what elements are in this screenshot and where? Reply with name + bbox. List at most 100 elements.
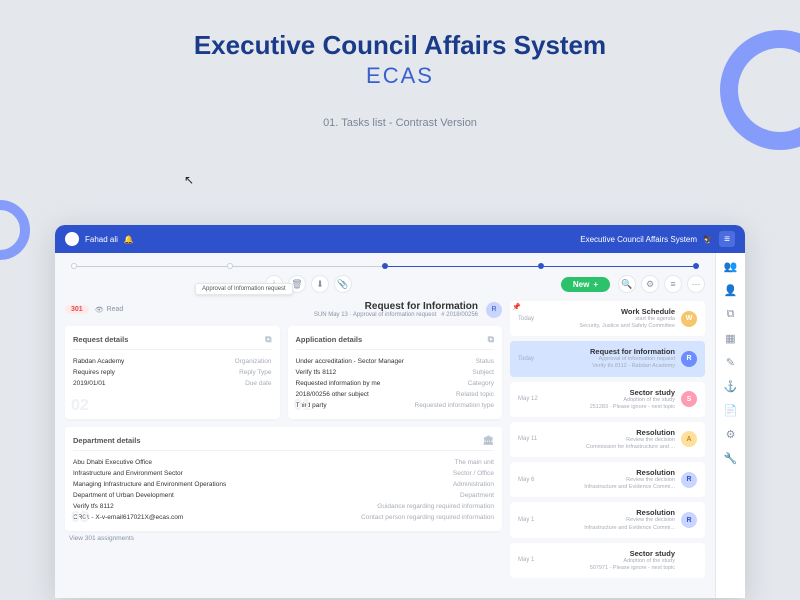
schedule-item[interactable]: May 1 Sector studyAdoption of the study50… bbox=[510, 543, 705, 578]
row-value: Due date bbox=[245, 380, 271, 387]
detail-row: CR01 - X-v-email617021X@ecas.comContact … bbox=[73, 512, 494, 523]
request-title: Request for Information bbox=[314, 301, 478, 312]
copy-icon[interactable]: ⧉ bbox=[265, 334, 271, 345]
new-button-label: New bbox=[573, 280, 589, 289]
card-title: Application details bbox=[296, 335, 363, 344]
schedule-date: May 1 bbox=[518, 557, 544, 563]
view-all-link[interactable]: View 301 assignments bbox=[65, 535, 502, 542]
hero-caption: 01. Tasks list - Contrast Version bbox=[0, 117, 800, 129]
row-label: Verify tfs 8112 bbox=[296, 369, 337, 376]
schedule-item[interactable]: May 6 ResolutionReview the decisionInfras… bbox=[510, 462, 705, 497]
schedule-panel: 📌TodayWork Schedulestart the agendaSecur… bbox=[510, 301, 705, 583]
copy-icon[interactable]: ⧉ bbox=[488, 334, 494, 345]
sidebar-settings-icon[interactable]: ⚙ bbox=[724, 427, 738, 441]
sidebar-edit-icon[interactable]: ✎ bbox=[724, 355, 738, 369]
schedule-subtitle: start the agenda bbox=[550, 316, 675, 323]
row-label: CR01 - X-v-email617021X@ecas.com bbox=[73, 514, 183, 521]
schedule-subtitle: Adoption of the study bbox=[550, 397, 675, 404]
schedule-subtitle: Review the decision bbox=[550, 477, 675, 484]
schedule-item[interactable]: May 1ResolutionReview the decisionInfras… bbox=[510, 502, 705, 537]
row-value: Related topic bbox=[456, 391, 494, 398]
right-sidebar: 👥 👤 ⧉ ▦ ✎ ⚓ 📄 ⚙ 🔧 bbox=[715, 253, 745, 598]
detail-row: 2018/00256 other subjectRelated topic bbox=[296, 389, 495, 400]
schedule-badge: R bbox=[681, 472, 697, 488]
row-value: Guidance regarding required information bbox=[377, 503, 494, 510]
detail-row: Abu Dhabi Executive Office The main unit bbox=[73, 457, 494, 468]
download-button[interactable]: ⬇ bbox=[311, 275, 329, 293]
schedule-detail: Verify tfs 8112 - Rabdan Academy bbox=[550, 363, 675, 370]
row-label: Managing Infrastructure and Environment … bbox=[73, 481, 226, 488]
schedule-item[interactable]: May 12Sector studyAdoption of the study2… bbox=[510, 382, 705, 417]
schedule-title: Sector study bbox=[550, 549, 675, 558]
count-badge: 301 bbox=[65, 305, 89, 314]
schedule-item[interactable]: 📌TodayWork Schedulestart the agendaSecur… bbox=[510, 301, 705, 336]
attach-button[interactable]: 📎 bbox=[334, 275, 352, 293]
more-button[interactable]: ⋯ bbox=[687, 275, 705, 293]
workflow-progress bbox=[65, 263, 705, 269]
hero-section: Executive Council Affairs System ECAS 01… bbox=[0, 0, 800, 129]
cursor-icon: ↖ bbox=[184, 173, 194, 187]
sidebar-users-icon[interactable]: 👥 bbox=[724, 259, 738, 273]
schedule-item[interactable]: TodayRequest for InformationApproval of … bbox=[510, 341, 705, 376]
menu-button[interactable]: ≡ bbox=[719, 231, 735, 247]
row-label: Department of Urban Development bbox=[73, 492, 174, 499]
device-frame: Fahad ali 🔔 Executive Council Affairs Sy… bbox=[55, 225, 745, 598]
app-logo-icon: 🦅 bbox=[703, 235, 713, 244]
row-value: Category bbox=[468, 380, 494, 387]
detail-row: Under accreditation - Sector ManagerStat… bbox=[296, 356, 495, 367]
detail-row: Third partyRequested information type bbox=[296, 400, 495, 411]
request-meta: SUN May 13 · Approval of information req… bbox=[314, 312, 478, 318]
card-number: 02 bbox=[71, 397, 89, 415]
schedule-date: May 11 bbox=[518, 436, 544, 442]
sidebar-copy-icon[interactable]: ⧉ bbox=[724, 307, 738, 321]
schedule-title: Work Schedule bbox=[550, 307, 675, 316]
row-value: Subject bbox=[472, 369, 494, 376]
detail-row: Verify tfs 8112 Subject bbox=[296, 367, 495, 378]
sidebar-grid-icon[interactable]: ▦ bbox=[724, 331, 738, 345]
user-name[interactable]: Fahad ali bbox=[85, 235, 118, 244]
schedule-subtitle: Review the decision bbox=[550, 437, 675, 444]
schedule-title: Sector study bbox=[550, 388, 675, 397]
search-button[interactable]: 🔍 bbox=[618, 275, 636, 293]
sidebar-anchor-icon[interactable]: ⚓ bbox=[724, 379, 738, 393]
row-label: Requires reply bbox=[73, 369, 115, 376]
schedule-detail: Infrastructure and Evidence Commi... bbox=[550, 484, 675, 491]
app-topbar: Fahad ali 🔔 Executive Council Affairs Sy… bbox=[55, 225, 745, 253]
user-avatar[interactable] bbox=[65, 232, 79, 246]
sort-button[interactable]: ≡ bbox=[664, 275, 682, 293]
row-label: 2019/01/01 bbox=[73, 380, 106, 387]
card-number: 01 bbox=[294, 397, 312, 415]
row-label: Abu Dhabi Executive Office bbox=[73, 459, 152, 466]
card-title: Request details bbox=[73, 335, 128, 344]
detail-row: Requested information by meCategory bbox=[296, 378, 495, 389]
schedule-date: May 1 bbox=[518, 517, 544, 523]
schedule-badge: W bbox=[681, 311, 697, 327]
application-details-card: Application details ⧉ Under accreditation… bbox=[288, 326, 503, 419]
sidebar-file-icon[interactable]: 📄 bbox=[724, 403, 738, 417]
detail-row: Department of Urban DevelopmentDepartmen… bbox=[73, 490, 494, 501]
detail-row: Rabdan AcademyOrganization bbox=[73, 356, 272, 367]
schedule-detail: 507971 - Please ignore - next topic bbox=[550, 565, 675, 572]
sidebar-user-icon[interactable]: 👤 bbox=[724, 283, 738, 297]
row-value: Status bbox=[476, 358, 494, 365]
schedule-detail: 251283 - Please ignore - next topic bbox=[550, 404, 675, 411]
filter-button[interactable]: ⚙ bbox=[641, 275, 659, 293]
schedule-date: May 6 bbox=[518, 477, 544, 483]
decorative-circle-left bbox=[0, 200, 30, 260]
progress-node-current[interactable] bbox=[693, 263, 699, 269]
detail-row: 2019/01/01 Due date bbox=[73, 378, 272, 389]
request-details-card: Request details ⧉ Rabdan AcademyOrganizat… bbox=[65, 326, 280, 419]
app-title: Executive Council Affairs System bbox=[580, 235, 697, 244]
schedule-badge: S bbox=[681, 391, 697, 407]
new-button[interactable]: New+ bbox=[561, 277, 610, 292]
schedule-title: Resolution bbox=[550, 468, 675, 477]
schedule-item[interactable]: May 11ResolutionReview the decisionCommi… bbox=[510, 422, 705, 457]
schedule-badge: A bbox=[681, 431, 697, 447]
schedule-detail: Infrastructure and Evidence Commi... bbox=[550, 525, 675, 532]
detail-row: Requires replyReply Type bbox=[73, 367, 272, 378]
building-icon[interactable]: 🏛 bbox=[483, 435, 494, 446]
schedule-subtitle: Adoption of the study bbox=[550, 558, 675, 565]
notification-icon[interactable]: 🔔 bbox=[124, 235, 134, 244]
row-value: The main unit bbox=[455, 459, 494, 466]
sidebar-tool-icon[interactable]: 🔧 bbox=[724, 451, 738, 465]
